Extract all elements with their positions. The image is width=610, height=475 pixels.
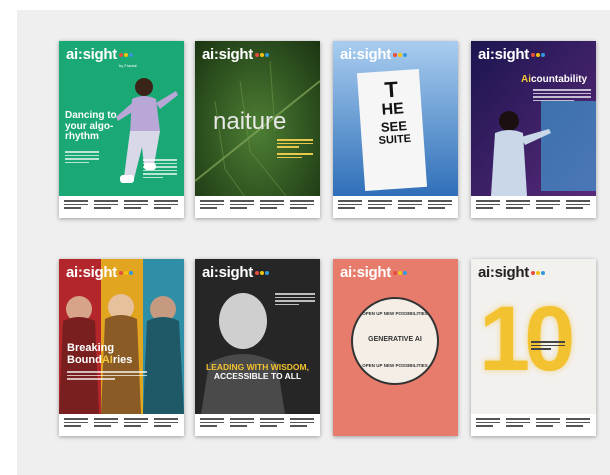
magazine-cover-breaking-boundairies[interactable]: ai:sight Breaking BoundAIries — [59, 259, 184, 436]
magazine-cover-leading-with-wisdom[interactable]: ai:sight LEADING WITH WISDOM, ACCESSIBLE… — [195, 259, 320, 436]
contents-column — [536, 418, 560, 432]
contents-column — [94, 418, 118, 432]
contents-column — [290, 418, 314, 432]
three-portraits — [59, 259, 184, 414]
cover-teasers — [533, 89, 591, 103]
magazine-cover-10-years[interactable]: ai:sight 10 — [471, 259, 596, 436]
big-number-10: 10 — [479, 288, 575, 390]
contents-column — [124, 200, 148, 214]
cover-contents-strip — [59, 196, 184, 218]
cover-headline: Breaking BoundAIries — [67, 342, 133, 366]
possibilities-ring: OPEN UP NEW POSSIBILITIES GENERATIVE AI … — [351, 297, 439, 385]
magazine-cover-dancing[interactable]: ai:sight by Fractal Dancing to your algo… — [59, 41, 184, 218]
contents-column — [260, 418, 284, 432]
contents-column — [64, 418, 88, 432]
aisight-logo: ai:sight — [66, 264, 133, 281]
contents-column — [368, 200, 392, 214]
contents-column — [566, 200, 590, 214]
contents-column — [230, 200, 254, 214]
contents-column — [506, 418, 530, 432]
aisight-logo: ai:sight — [340, 46, 407, 63]
contents-column — [94, 200, 118, 214]
aisight-logo: ai:sight — [202, 264, 269, 281]
cover-contents-strip — [471, 414, 596, 436]
cover-contents-strip — [59, 414, 184, 436]
contents-column — [290, 200, 314, 214]
cover-teasers — [275, 293, 315, 307]
cover-teasers — [65, 151, 99, 165]
contents-column — [64, 200, 88, 214]
aisight-logo: ai:sight — [66, 46, 133, 63]
cover-headline: LEADING WITH WISDOM, ACCESSIBLE TO ALL — [206, 362, 309, 381]
cover-contents-strip — [195, 414, 320, 436]
aisight-logo: ai:sight — [478, 264, 545, 281]
contents-column — [506, 200, 530, 214]
contents-column — [200, 200, 224, 214]
aisight-logo: ai:sight — [340, 264, 407, 281]
contents-column — [200, 418, 224, 432]
cover-headline: Dancing to your algo-rhythm — [65, 110, 117, 142]
byline: by Fractal — [119, 63, 137, 68]
contents-column — [124, 418, 148, 432]
cover-contents-strip — [333, 196, 458, 218]
elderly-man-portrait — [195, 259, 320, 414]
contents-column — [398, 200, 422, 214]
contents-column — [230, 418, 254, 432]
cover-contents-strip — [471, 196, 596, 218]
contents-column — [154, 200, 178, 214]
cover-teasers-right — [143, 159, 177, 180]
cover-teasers — [67, 371, 147, 382]
contents-column — [428, 200, 452, 214]
cover-headline: naiture — [213, 108, 287, 135]
contents-column — [260, 200, 284, 214]
magazine-cover-generative-ai[interactable]: ai:sight OPEN UP NEW POSSIBILITIES GENER… — [333, 259, 458, 436]
cover-headline: Aicountability — [521, 74, 588, 85]
contents-column — [154, 418, 178, 432]
magazine-cover-naiture[interactable]: ai:sight naiture — [195, 41, 320, 218]
eye-chart-text: T HE SEE SUITE — [378, 76, 412, 148]
contents-column — [536, 200, 560, 214]
cover-contents-strip — [195, 196, 320, 218]
contents-column — [566, 418, 590, 432]
contents-column — [476, 418, 500, 432]
person-touching-screen — [471, 41, 596, 196]
contents-column — [338, 200, 362, 214]
cover-teasers — [277, 139, 313, 160]
aisight-logo: ai:sight — [202, 46, 269, 63]
aisight-logo: ai:sight — [478, 46, 545, 63]
cover-teasers — [531, 341, 565, 350]
magazine-cover-aicountability[interactable]: ai:sight Aicountability — [471, 41, 596, 218]
contents-column — [476, 200, 500, 214]
magazine-cover-see-suite[interactable]: ai:sight T HE SEE SUITE — [333, 41, 458, 218]
